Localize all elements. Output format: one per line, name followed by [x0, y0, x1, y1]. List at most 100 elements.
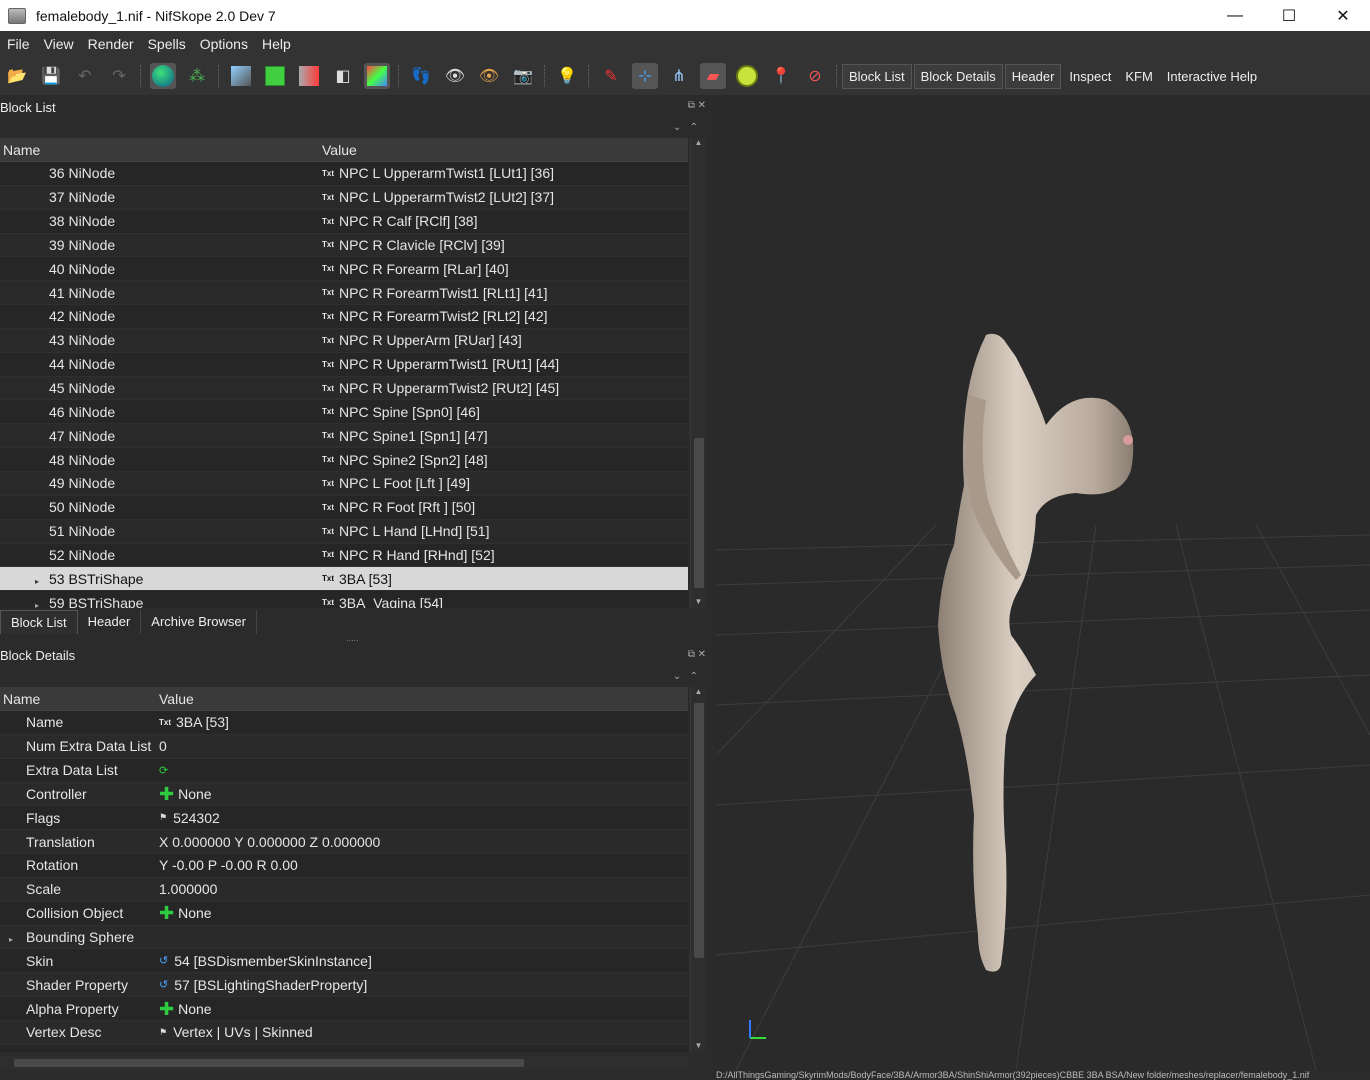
collapse-expand-icon[interactable]: ⌄ ⌃ [673, 671, 698, 682]
menu-file[interactable]: File [7, 36, 30, 52]
table-row[interactable]: ▸ 53 BSTriShape Txt 3BA [53] [0, 567, 688, 592]
toolbar-interactive-help-button[interactable]: Interactive Help [1161, 65, 1263, 88]
detail-row[interactable]: Vertex Desc ⚑ Vertex | UVs | Skinned [0, 1020, 688, 1045]
detail-row[interactable]: ▸ Bounding Sphere [0, 925, 688, 950]
table-row[interactable]: 36 NiNode Txt NPC L UpperarmTwist1 [LUt1] … [0, 162, 688, 186]
footsteps-icon[interactable]: 👣 [408, 63, 434, 89]
close-button[interactable]: ✕ [1316, 0, 1370, 31]
axes-icon[interactable]: ⊹ [632, 63, 658, 89]
table-row[interactable]: 40 NiNode Txt NPC R Forearm [RLar] [40] [0, 257, 688, 282]
maximize-button[interactable]: ☐ [1262, 0, 1316, 31]
detail-value-text[interactable]: 57 [BSLightingShaderProperty] [174, 977, 367, 993]
redo-icon[interactable]: ↷ [106, 63, 132, 89]
table-row[interactable]: 37 NiNode Txt NPC L UpperarmTwist2 [LUt2] … [0, 185, 688, 210]
scrollbar-thumb[interactable] [694, 703, 704, 958]
block-details-scrollbar[interactable]: ▲ ▼ [690, 687, 706, 1052]
render-viewport[interactable] [716, 95, 1370, 1070]
detail-value-text[interactable]: X 0.000000 Y 0.000000 Z 0.000000 [159, 834, 380, 850]
detail-value-text[interactable]: 54 [BSDismemberSkinInstance] [174, 953, 372, 969]
detail-row[interactable]: Rotation Y -0.00 P -0.00 R 0.00 [0, 854, 688, 878]
scrollbar-thumb[interactable] [694, 438, 704, 588]
minimize-button[interactable]: — [1208, 0, 1262, 31]
view-side-icon[interactable] [296, 63, 322, 89]
save-icon[interactable]: 💾 [38, 63, 64, 89]
menu-options[interactable]: Options [200, 36, 248, 52]
toolbar-block-list-button[interactable]: Block List [842, 63, 912, 89]
table-row[interactable]: 50 NiNode Txt NPC R Foot [Rft ] [50] [0, 496, 688, 520]
eye-hidden-icon[interactable]: 👁 [476, 63, 502, 89]
table-row[interactable]: 44 NiNode Txt NPC R UpperarmTwist1 [RUt1] … [0, 353, 688, 377]
detail-value-text[interactable]: 524302 [173, 810, 220, 826]
lighting-icon[interactable]: 💡 [554, 63, 580, 89]
col-name-header[interactable]: Name [0, 691, 155, 707]
col-value-header[interactable]: Value [155, 691, 688, 707]
table-row[interactable]: 52 NiNode Txt NPC R Hand [RHnd] [52] [0, 544, 688, 568]
toolbar-block-details-button[interactable]: Block Details [913, 63, 1003, 89]
markers-icon[interactable]: 📍 [768, 63, 794, 89]
constraints-icon[interactable] [734, 63, 760, 89]
tab-block-list[interactable]: Block List [0, 610, 78, 634]
table-row[interactable]: 39 NiNode Txt NPC R Clavicle [RClv] [39] [0, 233, 688, 258]
hidden-markers-icon[interactable]: ⊘ [802, 63, 828, 89]
detail-row[interactable]: Name Txt 3BA [53] [0, 711, 688, 735]
dock-float-close-buttons[interactable]: ⧉ ✕ [688, 100, 706, 111]
detail-row[interactable]: Shader Property ↺ 57 [BSLightingShaderProp… [0, 973, 688, 998]
collapse-expand-icon[interactable]: ⌄ ⌃ [673, 122, 698, 133]
undo-icon[interactable]: ↶ [72, 63, 98, 89]
detail-row[interactable]: Controller ✚ None [0, 782, 688, 807]
menu-render[interactable]: Render [88, 36, 134, 52]
viewport-canvas[interactable] [716, 95, 1370, 1070]
open-icon[interactable]: 📂 [4, 63, 30, 89]
detail-row[interactable]: Alpha Property ✚ None [0, 997, 688, 1021]
select-nodes-icon[interactable]: ⁂ [184, 63, 210, 89]
view-walk-icon[interactable] [150, 63, 176, 89]
detail-row[interactable]: Scale 1.000000 [0, 877, 688, 902]
block-list-scrollbar[interactable]: ▲ ▼ [690, 138, 706, 608]
expand-arrow-icon[interactable]: ▸ [3, 601, 49, 608]
menu-help[interactable]: Help [262, 36, 291, 52]
table-row[interactable]: 51 NiNode Txt NPC L Hand [LHnd] [51] [0, 519, 688, 544]
table-row[interactable]: 48 NiNode Txt NPC Spine2 [Spn2] [48] [0, 448, 688, 472]
detail-row[interactable]: Extra Data List ⟳ [0, 759, 688, 783]
table-row[interactable]: 42 NiNode Txt NPC R ForearmTwist2 [RLt2] [… [0, 305, 688, 329]
collision-icon[interactable]: ▰ [700, 63, 726, 89]
menu-view[interactable]: View [44, 36, 74, 52]
detail-row[interactable]: Flags ⚑ 524302 [0, 806, 688, 831]
table-row[interactable]: 45 NiNode Txt NPC R UpperarmTwist2 [RUt2] … [0, 376, 688, 401]
table-row[interactable]: 47 NiNode Txt NPC Spine1 [Spn1] [47] [0, 424, 688, 449]
dock-float-close-buttons[interactable]: ⧉ ✕ [688, 649, 706, 660]
detail-row[interactable]: Skin ↺ 54 [BSDismemberSkinInstance] [0, 949, 688, 974]
detail-value-text[interactable]: None [178, 1001, 211, 1017]
detail-value-text[interactable]: 0 [159, 738, 167, 754]
detail-value-text[interactable]: None [178, 905, 211, 921]
block-details-hscrollbar[interactable] [0, 1056, 688, 1070]
detail-value-text[interactable]: 1.000000 [159, 881, 217, 897]
view-front-icon[interactable] [262, 63, 288, 89]
col-name-header[interactable]: Name [0, 142, 318, 158]
detail-value-text[interactable]: None [178, 786, 211, 802]
screenshot-icon[interactable]: 📷 [510, 63, 536, 89]
menu-spells[interactable]: Spells [148, 36, 186, 52]
table-row[interactable]: 43 NiNode Txt NPC R UpperArm [RUar] [43] [0, 328, 688, 353]
detail-value-text[interactable]: Y -0.00 P -0.00 R 0.00 [159, 857, 298, 873]
view-user-icon[interactable]: ◧ [330, 63, 356, 89]
scrollbar-thumb[interactable] [14, 1059, 524, 1067]
toolbar-kfm-button[interactable]: KFM [1119, 65, 1158, 88]
splitter-handle[interactable]: ..... [346, 633, 359, 643]
table-row[interactable]: 49 NiNode Txt NPC L Foot [Lft ] [49] [0, 471, 688, 496]
table-row[interactable]: ▸ 59 BSTriShape Txt 3BA_Vagina [54] [0, 591, 688, 608]
tab-header[interactable]: Header [78, 610, 142, 634]
toolbar-inspect-button[interactable]: Inspect [1063, 65, 1117, 88]
table-row[interactable]: 46 NiNode Txt NPC Spine [Spn0] [46] [0, 400, 688, 425]
table-row[interactable]: 38 NiNode Txt NPC R Calf [RClf] [38] [0, 210, 688, 234]
detail-row[interactable]: Collision Object ✚ None [0, 902, 688, 926]
vertex-icon[interactable]: ✎ [598, 63, 624, 89]
detail-row[interactable]: Num Extra Data List 0 [0, 734, 688, 759]
eye-icon[interactable]: 👁 [442, 63, 468, 89]
view-top-icon[interactable] [228, 63, 254, 89]
col-value-header[interactable]: Value [318, 142, 688, 158]
expand-arrow-icon[interactable]: ▸ [3, 935, 26, 944]
view-perspective-icon[interactable] [364, 63, 390, 89]
table-row[interactable]: 41 NiNode Txt NPC R ForearmTwist1 [RLt1] [… [0, 281, 688, 306]
detail-row[interactable]: Translation X 0.000000 Y 0.000000 Z 0.000… [0, 830, 688, 855]
